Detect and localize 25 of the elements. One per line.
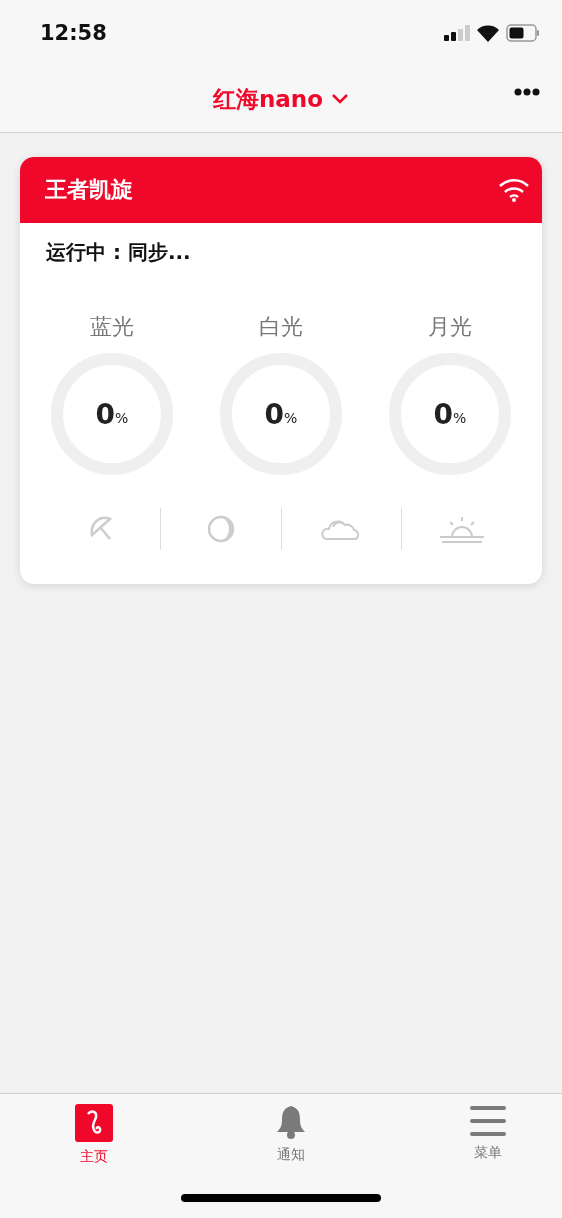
caret-icon xyxy=(331,93,350,105)
channel-label: 月光 xyxy=(428,313,472,341)
menu-icon xyxy=(470,1104,506,1138)
signal-icon xyxy=(444,25,470,41)
tab[interactable]: 主页 xyxy=(72,1104,116,1166)
channel-label: 蓝光 xyxy=(90,313,134,341)
channel-value: 0 xyxy=(264,397,285,431)
percent-unit: % xyxy=(453,410,467,426)
device-name: 王者凯旋 xyxy=(45,176,133,204)
battery-icon xyxy=(506,24,540,42)
device-selector[interactable]: 红海nano xyxy=(212,83,350,115)
moon-icon xyxy=(206,515,235,543)
running-status: 运行中 : 同步... xyxy=(45,239,192,266)
status-time: 12:58 xyxy=(40,21,107,45)
channel-label: 白光 xyxy=(259,313,303,341)
wifi-icon xyxy=(476,24,500,42)
seahorse-icon xyxy=(75,1104,113,1142)
tab[interactable]: 菜单 xyxy=(466,1104,510,1166)
channel-value: 0 xyxy=(95,397,116,431)
more-icon[interactable] xyxy=(514,88,540,96)
tab[interactable]: 通知 xyxy=(269,1104,313,1166)
bell-icon xyxy=(275,1104,307,1140)
percent-unit: % xyxy=(115,410,129,426)
channel-value: 0 xyxy=(433,397,454,431)
percent-unit: % xyxy=(284,410,298,426)
